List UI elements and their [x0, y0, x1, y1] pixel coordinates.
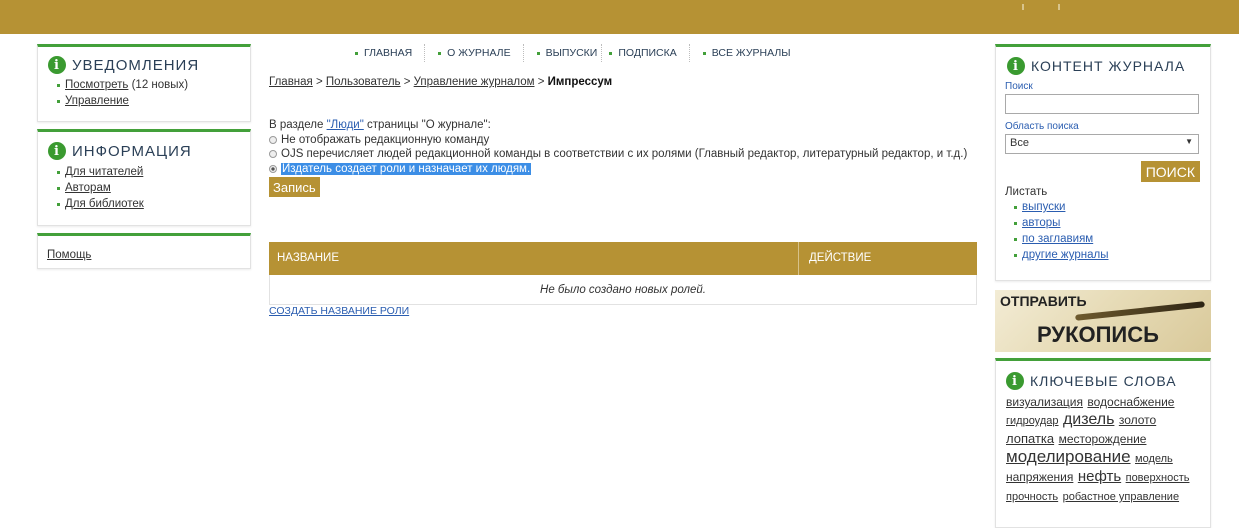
- breadcrumb-manage[interactable]: Управление журналом: [414, 76, 535, 88]
- keyword-link[interactable]: визуализация: [1006, 395, 1083, 409]
- keyword-link[interactable]: прочность: [1006, 491, 1058, 503]
- create-role-link[interactable]: СОЗДАТЬ НАЗВАНИЕ РОЛИ: [269, 305, 409, 317]
- breadcrumb-home[interactable]: Главная: [269, 76, 313, 88]
- banner-line2: РУКОПИСЬ: [1037, 322, 1159, 347]
- keyword-cloud: визуализация водоснабжение гидроудар диз…: [1006, 393, 1206, 506]
- info-readers-link[interactable]: Для читателей: [65, 166, 143, 178]
- nav-about[interactable]: О ЖУРНАЛЕ: [438, 47, 510, 59]
- browse-titles-link[interactable]: по заглавиям: [1022, 233, 1093, 245]
- keyword-link[interactable]: нефть: [1078, 468, 1121, 485]
- info-libraries-link[interactable]: Для библиотек: [65, 198, 144, 210]
- col-action: ДЕЙСТВИЕ: [809, 252, 872, 264]
- browse-item: другие журналы: [1013, 247, 1201, 263]
- info-item: Авторам: [56, 180, 240, 196]
- keyword-link[interactable]: моделирование: [1006, 447, 1131, 466]
- intro-text: В разделе "Люди" страницы "О журнале":: [269, 119, 491, 131]
- keyword-link[interactable]: поверхность: [1126, 472, 1190, 484]
- keyword-link[interactable]: гидроудар: [1006, 415, 1058, 427]
- pen-graphic: [1075, 301, 1205, 321]
- table-empty-message: Не было создано новых ролей.: [269, 275, 977, 305]
- info-icon: i: [1006, 372, 1024, 390]
- keyword-link[interactable]: водоснабжение: [1087, 395, 1174, 409]
- notifications-view-item: Посмотреть (12 новых): [56, 77, 240, 93]
- keywords-block: i КЛЮЧЕВЫЕ СЛОВА визуализация водоснабже…: [995, 358, 1211, 528]
- journal-content-title: i КОНТЕНТ ЖУРНАЛА: [1007, 57, 1201, 75]
- info-item: Для библиотек: [56, 196, 240, 212]
- banner-line1: ОТПРАВИТЬ: [1000, 293, 1087, 309]
- breadcrumb-current: Импрессум: [547, 76, 613, 88]
- browse-item: по заглавиям: [1013, 231, 1201, 247]
- top-header-bar: [0, 0, 1239, 34]
- keyword-link[interactable]: золото: [1119, 413, 1156, 427]
- option-list-by-role[interactable]: OJS перечисляет людей редакционной коман…: [269, 147, 969, 162]
- keyword-link[interactable]: месторождение: [1059, 432, 1147, 446]
- scope-label: Область поиска: [1005, 121, 1079, 132]
- option-publisher-roles[interactable]: Издатель создает роли и назначает их люд…: [269, 162, 969, 177]
- col-name: НАЗВАНИЕ: [269, 242, 799, 275]
- info-icon: i: [1007, 57, 1025, 75]
- browse-label: Листать: [1005, 186, 1048, 198]
- chevron-down-icon: ▼: [1185, 137, 1193, 146]
- information-block: i ИНФОРМАЦИЯ Для читателей Авторам Для б…: [37, 129, 251, 226]
- nav-subscription[interactable]: ПОДПИСКА: [609, 47, 676, 59]
- information-title: i ИНФОРМАЦИЯ: [48, 142, 240, 160]
- submit-manuscript-banner[interactable]: ОТПРАВИТЬ РУКОПИСЬ: [995, 290, 1211, 352]
- notifications-title: i УВЕДОМЛЕНИЯ: [48, 56, 240, 74]
- keyword-link[interactable]: модель: [1135, 453, 1173, 465]
- help-link[interactable]: Помощь: [47, 249, 91, 261]
- keyword-link[interactable]: напряжения: [1006, 470, 1073, 484]
- keywords-title: i КЛЮЧЕВЫЕ СЛОВА: [1006, 372, 1200, 390]
- scope-select[interactable]: Все ▼: [1005, 134, 1199, 154]
- save-button[interactable]: Запись: [269, 177, 320, 197]
- table-header: НАЗВАНИЕ ДЕЙСТВИЕ: [269, 242, 977, 275]
- browse-issues-link[interactable]: выпуски: [1022, 201, 1065, 213]
- keyword-link[interactable]: дизель: [1063, 411, 1114, 428]
- radio-hide-team[interactable]: [269, 135, 277, 144]
- info-icon: i: [48, 56, 66, 74]
- notifications-block: i УВЕДОМЛЕНИЯ Посмотреть (12 новых) Упра…: [37, 44, 251, 122]
- notifications-manage-link[interactable]: Управление: [65, 95, 129, 107]
- nav-issues[interactable]: ВЫПУСКИ: [537, 47, 598, 59]
- header-ornament: [1022, 4, 1082, 12]
- radio-list-by-role[interactable]: [269, 150, 277, 158]
- help-block: Помощь: [37, 233, 251, 269]
- search-button[interactable]: ПОИСК: [1140, 161, 1200, 182]
- breadcrumb-user[interactable]: Пользователь: [326, 76, 401, 88]
- notifications-count: (12 новых): [128, 79, 189, 91]
- main-nav: ГЛАВНАЯ О ЖУРНАЛЕ ВЫПУСКИ ПОДПИСКА ВСЕ Ж…: [355, 44, 791, 62]
- browse-item: выпуски: [1013, 199, 1201, 215]
- info-authors-link[interactable]: Авторам: [65, 182, 111, 194]
- people-link[interactable]: "Люди": [327, 119, 364, 131]
- nav-home[interactable]: ГЛАВНАЯ: [355, 47, 412, 59]
- roles-table: НАЗВАНИЕ ДЕЙСТВИЕ Не было создано новых …: [269, 242, 977, 305]
- breadcrumb: Главная > Пользователь > Управление журн…: [269, 76, 613, 88]
- nav-all-journals[interactable]: ВСЕ ЖУРНАЛЫ: [703, 47, 791, 59]
- search-label: Поиск: [1005, 81, 1033, 92]
- masthead-settings: В разделе "Люди" страницы "О журнале": Н…: [269, 118, 969, 197]
- journal-content-block: i КОНТЕНТ ЖУРНАЛА Поиск Область поиска В…: [995, 44, 1211, 281]
- search-input[interactable]: [1005, 94, 1199, 114]
- browse-journals-link[interactable]: другие журналы: [1022, 249, 1109, 261]
- notifications-manage-item: Управление: [56, 93, 240, 109]
- radio-publisher-roles[interactable]: [269, 164, 277, 173]
- keyword-link[interactable]: робастное управление: [1063, 491, 1179, 503]
- info-item: Для читателей: [56, 164, 240, 180]
- notifications-view-link[interactable]: Посмотреть: [65, 79, 128, 91]
- keyword-link[interactable]: лопатка: [1006, 431, 1054, 446]
- option-hide-team[interactable]: Не отображать редакционную команду: [269, 133, 969, 148]
- info-icon: i: [48, 142, 66, 160]
- browse-authors-link[interactable]: авторы: [1022, 217, 1060, 229]
- browse-item: авторы: [1013, 215, 1201, 231]
